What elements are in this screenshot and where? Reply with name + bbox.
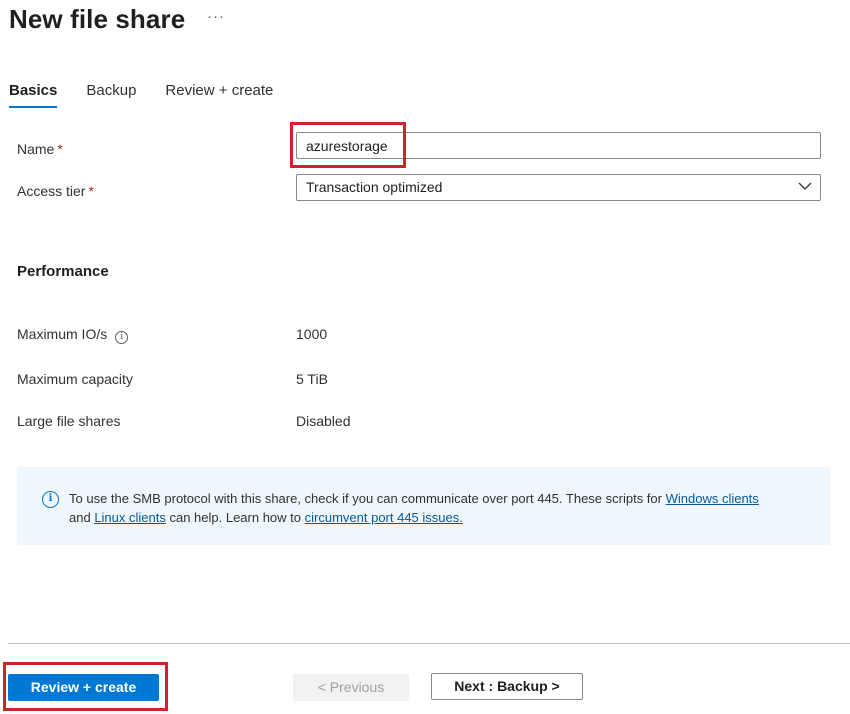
- circumvent-port-link[interactable]: circumvent port 445 issues.: [305, 510, 463, 525]
- tab-review-create[interactable]: Review + create: [165, 82, 273, 108]
- name-label: Name *: [17, 141, 63, 157]
- required-mark: *: [88, 183, 94, 199]
- tab-backup[interactable]: Backup: [86, 82, 136, 108]
- access-tier-dropdown[interactable]: Transaction optimized: [296, 174, 821, 201]
- name-input[interactable]: [296, 132, 821, 159]
- max-io-label: Maximum IO/s i: [17, 326, 129, 344]
- previous-button[interactable]: < Previous: [293, 674, 409, 701]
- smb-info-text: To use the SMB protocol with this share,…: [69, 491, 759, 525]
- windows-clients-link[interactable]: Windows clients: [666, 491, 759, 506]
- tab-basics[interactable]: Basics: [9, 82, 58, 108]
- more-options-button[interactable]: ···: [207, 8, 225, 25]
- linux-clients-link[interactable]: Linux clients: [94, 510, 166, 525]
- access-tier-value: Transaction optimized: [306, 179, 443, 195]
- large-file-shares-label: Large file shares: [17, 413, 121, 429]
- chevron-down-icon: [798, 182, 812, 190]
- max-capacity-label: Maximum capacity: [17, 371, 133, 387]
- performance-heading: Performance: [17, 263, 109, 280]
- next-backup-button[interactable]: Next : Backup >: [431, 673, 583, 700]
- review-create-button[interactable]: Review + create: [8, 674, 159, 701]
- max-capacity-value: 5 TiB: [296, 371, 328, 387]
- required-mark: *: [57, 141, 63, 157]
- smb-info-bar: i To use the SMB protocol with this shar…: [17, 467, 830, 545]
- info-icon[interactable]: i: [115, 331, 129, 344]
- max-io-value: 1000: [296, 326, 328, 342]
- access-tier-label: Access tier *: [17, 183, 94, 199]
- footer-divider: [8, 643, 850, 644]
- page-title: New file share: [9, 4, 186, 34]
- large-file-shares-value: Disabled: [296, 413, 351, 429]
- info-icon: i: [42, 491, 59, 508]
- tab-bar: Basics Backup Review + create: [9, 82, 302, 108]
